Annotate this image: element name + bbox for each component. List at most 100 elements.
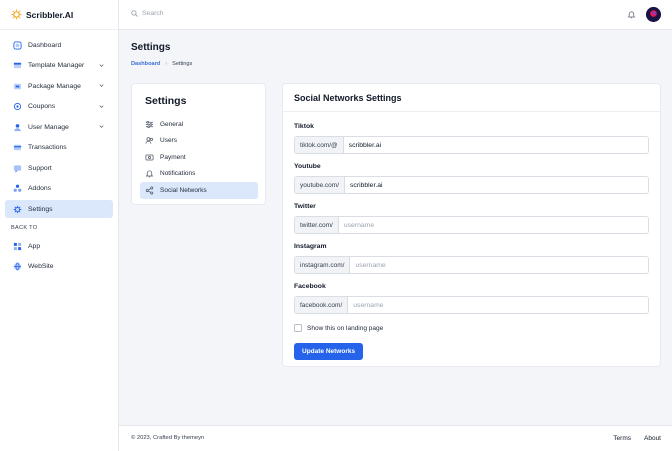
payment-icon xyxy=(145,153,154,162)
settings-menu-label: Notifications xyxy=(160,170,196,178)
tiktok-input-group: tiktok.com/@ xyxy=(294,136,649,154)
twitter-input[interactable] xyxy=(338,217,648,233)
facebook-field-group: Facebook facebook.com/ xyxy=(294,283,649,323)
instagram-field-group: Instagram instagram.com/ xyxy=(294,243,649,283)
sidebar-item-label: User Manage xyxy=(28,123,69,131)
youtube-input-group: youtube.com/ xyxy=(294,176,649,194)
share-icon xyxy=(145,186,154,195)
chevron-down-icon xyxy=(99,125,104,128)
settings-menu-item-social-networks[interactable]: Social Networks xyxy=(140,182,258,199)
sidebar-item-coupons[interactable]: Coupons xyxy=(5,98,113,116)
tiktok-prefix: tiktok.com/@ xyxy=(295,137,344,153)
landing-page-checkbox-row[interactable]: Show this on landing page xyxy=(294,324,649,332)
sidebar-item-website[interactable]: WebSite xyxy=(5,258,113,276)
users-icon xyxy=(145,136,154,145)
sidebar-item-transactions[interactable]: Transactions xyxy=(5,139,113,157)
sidebar-item-label: Transactions xyxy=(28,144,67,151)
brand[interactable]: Scribbler.AI xyxy=(0,0,118,30)
settings-menu-label: Social Networks xyxy=(160,186,207,194)
settings-menu-title: Settings xyxy=(145,95,187,107)
sidebar-item-label: WebSite xyxy=(28,263,54,270)
settings-menu-list: General Users Payment Notifications Soci… xyxy=(132,116,265,199)
tiktok-input[interactable] xyxy=(343,137,648,153)
facebook-prefix: facebook.com/ xyxy=(295,297,349,313)
facebook-input[interactable] xyxy=(348,297,648,313)
settings-menu-card: Settings General Users Payment Notificat… xyxy=(131,83,266,205)
avatar[interactable] xyxy=(646,7,661,22)
sidebar-item-label: Dashboard xyxy=(28,41,62,49)
settings-menu-label: Users xyxy=(160,137,177,145)
sidebar-nav: Dashboard Template Manager Package Manag… xyxy=(0,30,118,276)
card-header: Social Networks Settings xyxy=(283,84,660,112)
support-icon xyxy=(13,164,22,173)
landing-page-checkbox[interactable] xyxy=(294,324,302,332)
breadcrumb-link-dashboard[interactable]: Dashboard xyxy=(131,61,160,67)
update-networks-button[interactable]: Update Networks xyxy=(294,343,364,360)
breadcrumb-current: Settings xyxy=(172,61,193,67)
footer-terms-link[interactable]: Terms xyxy=(613,435,631,442)
addons-icon xyxy=(13,184,22,193)
instagram-label: Instagram xyxy=(294,243,327,250)
settings-menu-item-payment[interactable]: Payment xyxy=(140,149,258,166)
sidebar-item-settings[interactable]: Settings xyxy=(5,200,113,218)
settings-menu-label: General xyxy=(160,120,184,128)
sidebar-item-label: Package Manage xyxy=(28,82,81,90)
sidebar-item-addons[interactable]: Addons xyxy=(5,180,113,198)
youtube-input[interactable] xyxy=(345,177,648,193)
notifications-bell-icon[interactable] xyxy=(627,10,636,19)
settings-menu-item-notifications[interactable]: Notifications xyxy=(140,166,258,183)
package-icon xyxy=(13,82,22,91)
twitter-field-group: Twitter twitter.com/ xyxy=(294,203,649,243)
sidebar-item-label: Coupons xyxy=(28,103,56,110)
twitter-label: Twitter xyxy=(294,203,316,210)
tiktok-label: Tiktok xyxy=(294,123,314,130)
card-title: Social Networks Settings xyxy=(294,92,402,103)
settings-menu-label: Payment xyxy=(160,153,186,161)
search-bar xyxy=(131,10,302,17)
globe-icon xyxy=(13,262,22,271)
youtube-prefix: youtube.com/ xyxy=(295,177,346,193)
search-icon xyxy=(131,10,138,17)
social-networks-form: Tiktok tiktok.com/@ Youtube youtube.com/… xyxy=(283,112,660,360)
chevron-down-icon xyxy=(99,63,104,67)
user-icon xyxy=(13,123,22,132)
transactions-icon xyxy=(13,143,22,152)
page-title: Settings xyxy=(131,42,171,53)
settings-menu-item-general[interactable]: General xyxy=(140,116,258,133)
twitter-input-group: twitter.com/ xyxy=(294,216,649,234)
social-networks-card: Social Networks Settings Tiktok tiktok.c… xyxy=(282,83,661,367)
instagram-input[interactable] xyxy=(350,257,648,273)
twitter-prefix: twitter.com/ xyxy=(295,217,339,233)
sidebar-section-label: BACK TO xyxy=(11,225,38,231)
chevron-down-icon xyxy=(99,84,104,87)
settings-menu-item-users[interactable]: Users xyxy=(140,133,258,150)
facebook-label: Facebook xyxy=(294,283,326,290)
sidebar-item-user-manage[interactable]: User Manage xyxy=(5,118,113,136)
coupon-icon xyxy=(13,102,22,111)
chevron-down-icon xyxy=(99,104,104,108)
sidebar-item-package-manage[interactable]: Package Manage xyxy=(5,77,113,95)
landing-page-checkbox-label: Show this on landing page xyxy=(307,324,384,332)
search-input[interactable] xyxy=(142,10,302,17)
sidebar-item-label: Addons xyxy=(28,185,52,192)
facebook-input-group: facebook.com/ xyxy=(294,296,649,314)
instagram-input-group: instagram.com/ xyxy=(294,256,649,274)
footer-about-link[interactable]: About xyxy=(644,435,661,442)
sidebar-item-app[interactable]: App xyxy=(5,237,113,255)
sidebar-item-label: Support xyxy=(28,164,52,172)
dashboard-icon xyxy=(13,40,22,50)
breadcrumb: Dashboard › Settings xyxy=(131,61,192,67)
sidebar-item-label: App xyxy=(28,242,41,250)
template-icon xyxy=(13,61,22,70)
topbar xyxy=(119,0,672,30)
chevron-right-icon: › xyxy=(165,61,168,67)
sidebar-item-dashboard[interactable]: Dashboard xyxy=(5,36,113,54)
footer-copyright: © 2023, Crafted By themeyn xyxy=(131,435,205,441)
sidebar-item-template-manager[interactable]: Template Manager xyxy=(5,57,113,75)
tiktok-field-group: Tiktok tiktok.com/@ xyxy=(294,123,649,163)
sidebar-item-support[interactable]: Support xyxy=(5,159,113,177)
bell-icon xyxy=(145,169,154,178)
sliders-icon xyxy=(145,120,154,129)
brand-name: Scribbler.AI xyxy=(26,9,74,20)
instagram-prefix: instagram.com/ xyxy=(295,257,351,273)
